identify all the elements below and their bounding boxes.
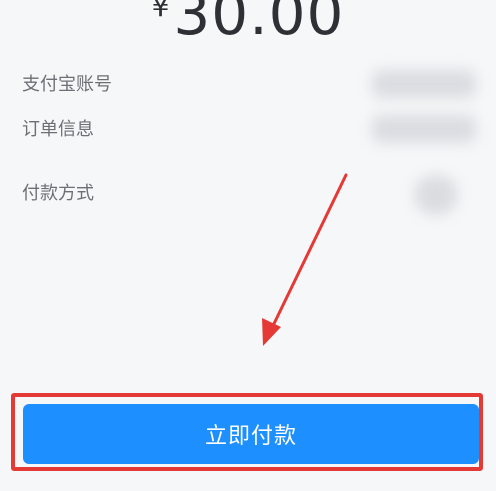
payment-amount: ¥30.00 xyxy=(0,0,496,48)
pay-now-button[interactable]: 立即付款 xyxy=(23,404,479,464)
payment-screen: ¥30.00 支付宝账号 订单信息 付款方式 立即付款 xyxy=(0,0,496,491)
order-info-label: 订单信息 xyxy=(22,119,94,140)
payment-method-row[interactable]: 付款方式 xyxy=(22,175,476,219)
order-info-row: 订单信息 xyxy=(22,115,476,155)
alipay-account-value-blurred xyxy=(372,70,476,98)
alipay-account-row: 支付宝账号 xyxy=(22,70,476,110)
payment-method-label: 付款方式 xyxy=(22,183,94,204)
alipay-account-label: 支付宝账号 xyxy=(22,74,112,95)
currency-symbol: ¥ xyxy=(151,0,170,23)
order-info-value-blurred xyxy=(372,115,476,143)
amount-value: 30.00 xyxy=(173,0,345,48)
payment-method-value-blurred xyxy=(414,175,458,215)
